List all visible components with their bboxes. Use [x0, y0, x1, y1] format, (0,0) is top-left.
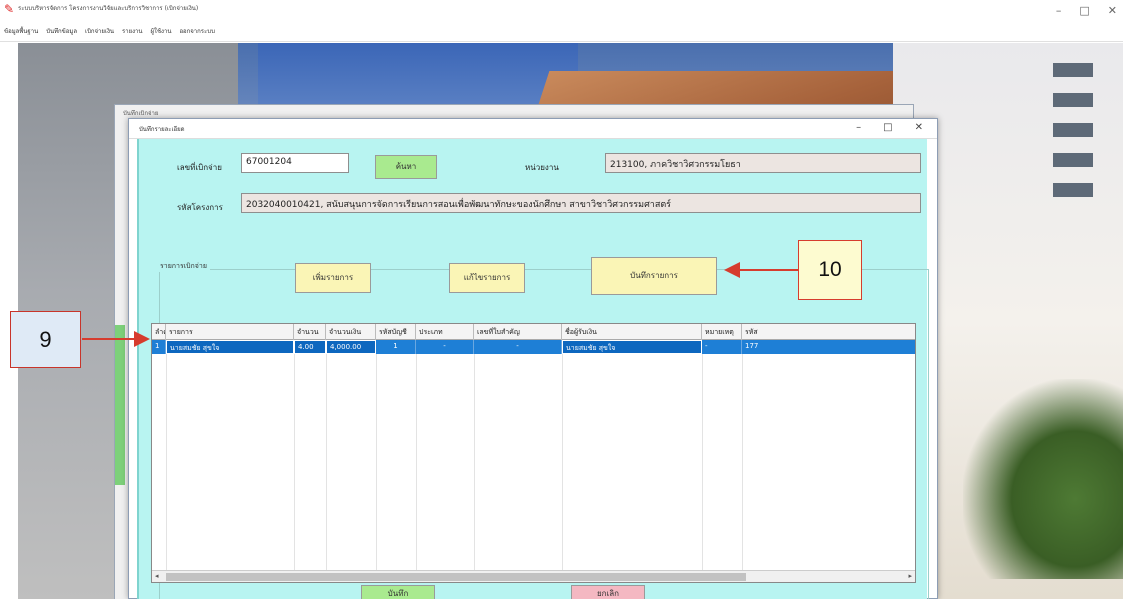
project-label: รหัสโครงการ — [177, 203, 223, 212]
horizontal-scrollbar[interactable]: ◂ ▸ — [152, 570, 915, 582]
grid-line — [562, 354, 563, 574]
callout-9: 9 — [10, 311, 81, 368]
building-window — [1053, 93, 1093, 107]
grid-header: ลำดับ รายการ จำนวน จำนวนเงิน รหัสบัญชี ป… — [152, 324, 915, 340]
grid-line — [474, 354, 475, 574]
unit-label: หน่วยงาน — [525, 163, 559, 172]
scrollbar-thumb[interactable] — [166, 573, 746, 581]
column-header[interactable]: ประเภท — [416, 324, 474, 340]
close-icon[interactable]: ✕ — [915, 122, 923, 133]
menubar: ข้อมูลพื้นฐาน บันทึกข้อมูล เบิกจ่ายเงิน … — [0, 22, 1123, 42]
dialog-titlebar: บันทึกรายละเอียด – □ ✕ — [129, 119, 937, 139]
dialog-window-controls: – □ ✕ — [856, 122, 923, 133]
scroll-right-icon[interactable]: ▸ — [908, 572, 912, 580]
dialog-title: บันทึกรายละเอียด — [139, 126, 185, 133]
row-cell: นายสมชัย สุขใจ — [166, 340, 294, 354]
app-title: ระบบบริหารจัดการ โครงการงานวิจัยและบริกา… — [18, 5, 199, 12]
row-cell: 4.00 — [294, 340, 326, 354]
building-window — [1053, 183, 1093, 197]
search-button[interactable]: ค้นหา — [375, 155, 437, 179]
items-grid[interactable]: ลำดับ รายการ จำนวน จำนวนเงิน รหัสบัญชี ป… — [151, 323, 916, 583]
grid-line — [376, 354, 377, 574]
scroll-left-icon[interactable]: ◂ — [155, 572, 159, 580]
cancel-button[interactable]: ยกเลิก — [571, 585, 645, 599]
row-cell: 1 — [376, 340, 416, 354]
menu-item[interactable]: เบิกจ่ายเงิน — [85, 26, 114, 36]
column-header[interactable]: รายการ — [166, 324, 294, 340]
background-sky — [258, 43, 578, 113]
save-button[interactable]: บันทึก — [361, 585, 435, 599]
menu-item[interactable]: ข้อมูลพื้นฐาน — [4, 26, 38, 36]
doc-number-label: เลขที่เบิกจ่าย — [177, 163, 222, 172]
row-cell: 177 — [742, 340, 915, 354]
dialog-body: เลขที่เบิกจ่าย 67001204 ค้นหา หน่วยงาน 2… — [137, 139, 929, 599]
close-icon[interactable]: ✕ — [1108, 4, 1117, 17]
grid-line — [416, 354, 417, 574]
app-logo-icon: ✎ — [4, 2, 15, 16]
row-cell: - — [702, 340, 742, 354]
column-header[interactable]: จำนวน — [294, 324, 326, 340]
minimize-icon[interactable]: – — [856, 122, 861, 133]
table-row[interactable]: 1 นายสมชัย สุขใจ 4.00 4,000.00 1 - - นาย… — [152, 340, 915, 354]
menu-item[interactable]: ออกจากระบบ — [179, 26, 214, 36]
row-cell: นายสมชัย สุขใจ — [562, 340, 702, 354]
save-item-button[interactable]: บันทึกรายการ — [591, 257, 717, 295]
column-header[interactable]: เลขที่ใบสำคัญ — [474, 324, 562, 340]
grid-line — [742, 354, 743, 574]
building-window — [1053, 123, 1093, 137]
menu-item[interactable]: รายงาน — [122, 26, 143, 36]
app-titlebar: ✎ ระบบบริหารจัดการ โครงการงานวิจัยและบริ… — [0, 0, 1123, 22]
callout-10: 10 — [798, 240, 862, 300]
building-window — [1053, 153, 1093, 167]
background-tree — [963, 379, 1123, 579]
row-cell: - — [416, 340, 474, 354]
column-header[interactable]: รหัส — [742, 324, 915, 340]
outer-window-side-panel — [115, 325, 125, 485]
grid-line — [702, 354, 703, 574]
maximize-icon[interactable]: □ — [1079, 4, 1089, 17]
column-header[interactable]: รหัสบัญชี — [376, 324, 416, 340]
building-window — [1053, 63, 1093, 77]
items-group-label: รายการเบิกจ่าย — [157, 261, 210, 272]
column-header[interactable]: ลำดับ — [152, 324, 166, 340]
menu-item[interactable]: ผู้ใช้งาน — [151, 26, 172, 36]
row-cell: 4,000.00 — [326, 340, 376, 354]
grid-line — [326, 354, 327, 574]
row-cell: 1 — [152, 340, 166, 354]
column-header[interactable]: หมายเหตุ — [702, 324, 742, 340]
grid-line — [294, 354, 295, 574]
minimize-icon[interactable]: – — [1056, 4, 1062, 17]
grid-line — [166, 354, 167, 574]
project-field[interactable]: 2032040010421, สนับสนุนการจัดการเรียนการ… — [241, 193, 921, 213]
edit-item-button[interactable]: แก้ไขรายการ — [449, 263, 525, 293]
column-header[interactable]: ชื่อผู้รับเงิน — [562, 324, 702, 340]
row-cell: - — [474, 340, 562, 354]
detail-dialog: บันทึกรายละเอียด – □ ✕ เลขที่เบิกจ่าย 67… — [128, 118, 938, 599]
menu-item[interactable]: บันทึกข้อมูล — [46, 26, 77, 36]
unit-field[interactable]: 213100, ภาควิชาวิศวกรรมโยธา — [605, 153, 921, 173]
maximize-icon[interactable]: □ — [883, 122, 892, 133]
grid-empty-area — [152, 354, 915, 574]
app-window-controls: – □ ✕ — [1056, 4, 1117, 17]
outer-window-title: บันทึกเบิกจ่าย — [123, 110, 159, 117]
column-header[interactable]: จำนวนเงิน — [326, 324, 376, 340]
doc-number-field[interactable]: 67001204 — [241, 153, 349, 173]
add-item-button[interactable]: เพิ่มรายการ — [295, 263, 371, 293]
